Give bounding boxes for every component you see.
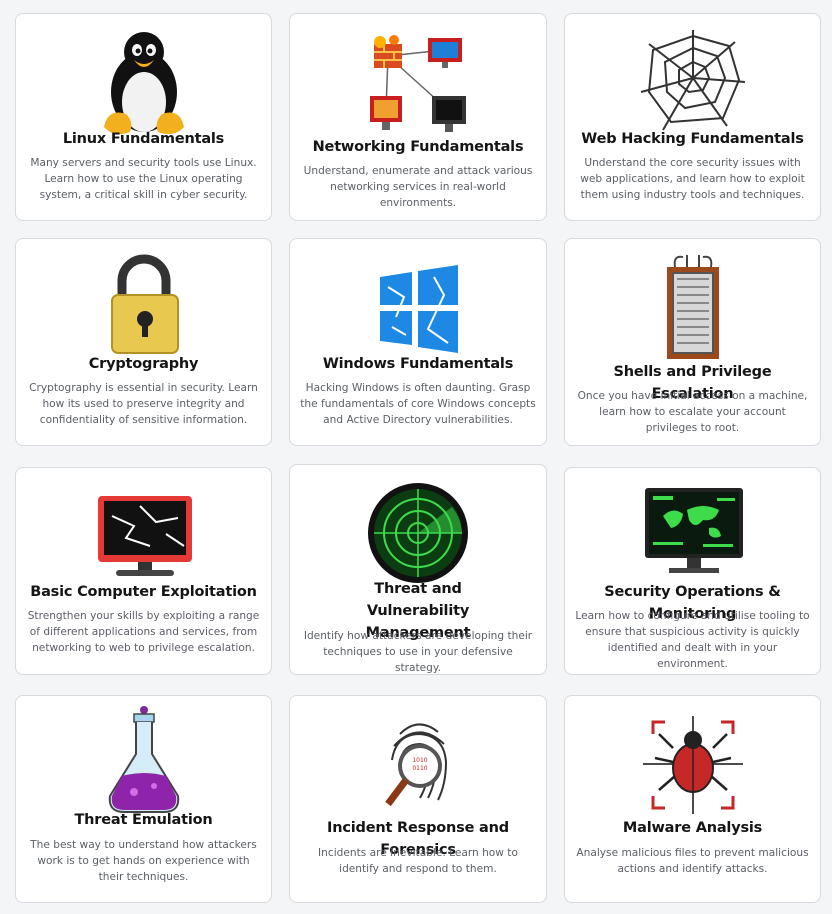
world-map-monitor-icon [565, 476, 820, 594]
module-description: Many servers and security tools use Linu… [30, 157, 257, 201]
elevator-icon [565, 247, 820, 365]
module-title: Windows Fundamentals [322, 356, 514, 372]
svg-text:0110: 0110 [412, 765, 427, 772]
module-description: Learn how to configure and utilise tooli… [575, 610, 810, 670]
module-card-web-hacking-fundamentals[interactable]: Web Hacking Fundamentals Understand the … [564, 13, 821, 221]
module-title: Networking Fundamentals [312, 139, 524, 155]
module-card-threat-and-vulnerability-management[interactable]: Threat and Vulnerability Management Iden… [289, 464, 547, 675]
module-card-linux-fundamentals[interactable]: Linux Fundamentals Many servers and secu… [15, 13, 272, 221]
module-card-threat-emulation[interactable]: Threat Emulation The best way to underst… [15, 695, 272, 903]
module-title: Malware Analysis [622, 820, 763, 836]
module-card-basic-computer-exploitation[interactable]: Basic Computer Exploitation Strengthen y… [15, 467, 272, 675]
module-description: Strengthen your skills by exploiting a r… [27, 610, 260, 654]
module-card-security-operations-monitoring[interactable]: Security Operations & Monitoring Learn h… [564, 467, 821, 675]
module-description: Cryptography is essential in security. L… [29, 382, 258, 426]
module-card-cryptography[interactable]: Cryptography Cryptography is essential i… [15, 238, 272, 446]
svg-text:1010: 1010 [412, 757, 427, 764]
module-description: Analyse malicious files to prevent malic… [576, 847, 809, 875]
module-description: Identify how attackers are developing th… [303, 630, 533, 674]
cracked-monitor-icon [16, 476, 271, 594]
radar-icon [290, 473, 546, 591]
module-card-malware-analysis[interactable]: Malware Analysis Analyse malicious files… [564, 695, 821, 903]
module-description: Incidents are inevitable. Learn how to i… [318, 847, 518, 875]
module-card-incident-response-and-forensics[interactable]: 1010 0110 Incident Response and Forensic… [289, 695, 547, 903]
module-description: Once you have initial access on a machin… [577, 390, 808, 434]
module-card-shells-and-privilege-escalation[interactable]: Shells and Privilege Escalation Once you… [564, 238, 821, 446]
module-title: Cryptography [88, 356, 199, 372]
module-card-windows-fundamentals[interactable]: Windows Fundamentals Hacking Windows is … [289, 238, 547, 446]
module-card-networking-fundamentals[interactable]: Networking Fundamentals Understand, enum… [289, 13, 547, 221]
padlock-icon [16, 247, 271, 365]
flask-icon [16, 704, 271, 822]
penguin-icon [16, 22, 271, 140]
network-icon [290, 22, 546, 140]
module-description: The best way to understand how attackers… [30, 839, 257, 883]
spider-web-icon [565, 22, 820, 140]
module-title: Threat Emulation [74, 812, 213, 828]
bug-target-icon [565, 704, 820, 822]
windows-logo-icon [290, 247, 546, 365]
module-description: Hacking Windows is often daunting. Grasp… [300, 382, 536, 426]
module-description: Understand, enumerate and attack various… [303, 165, 533, 209]
module-title: Linux Fundamentals [62, 131, 225, 147]
module-title: Basic Computer Exploitation [30, 584, 257, 600]
fingerprint-icon: 1010 0110 [290, 704, 546, 822]
module-title: Web Hacking Fundamentals [581, 131, 804, 147]
module-description: Understand the core security issues with… [580, 157, 805, 201]
